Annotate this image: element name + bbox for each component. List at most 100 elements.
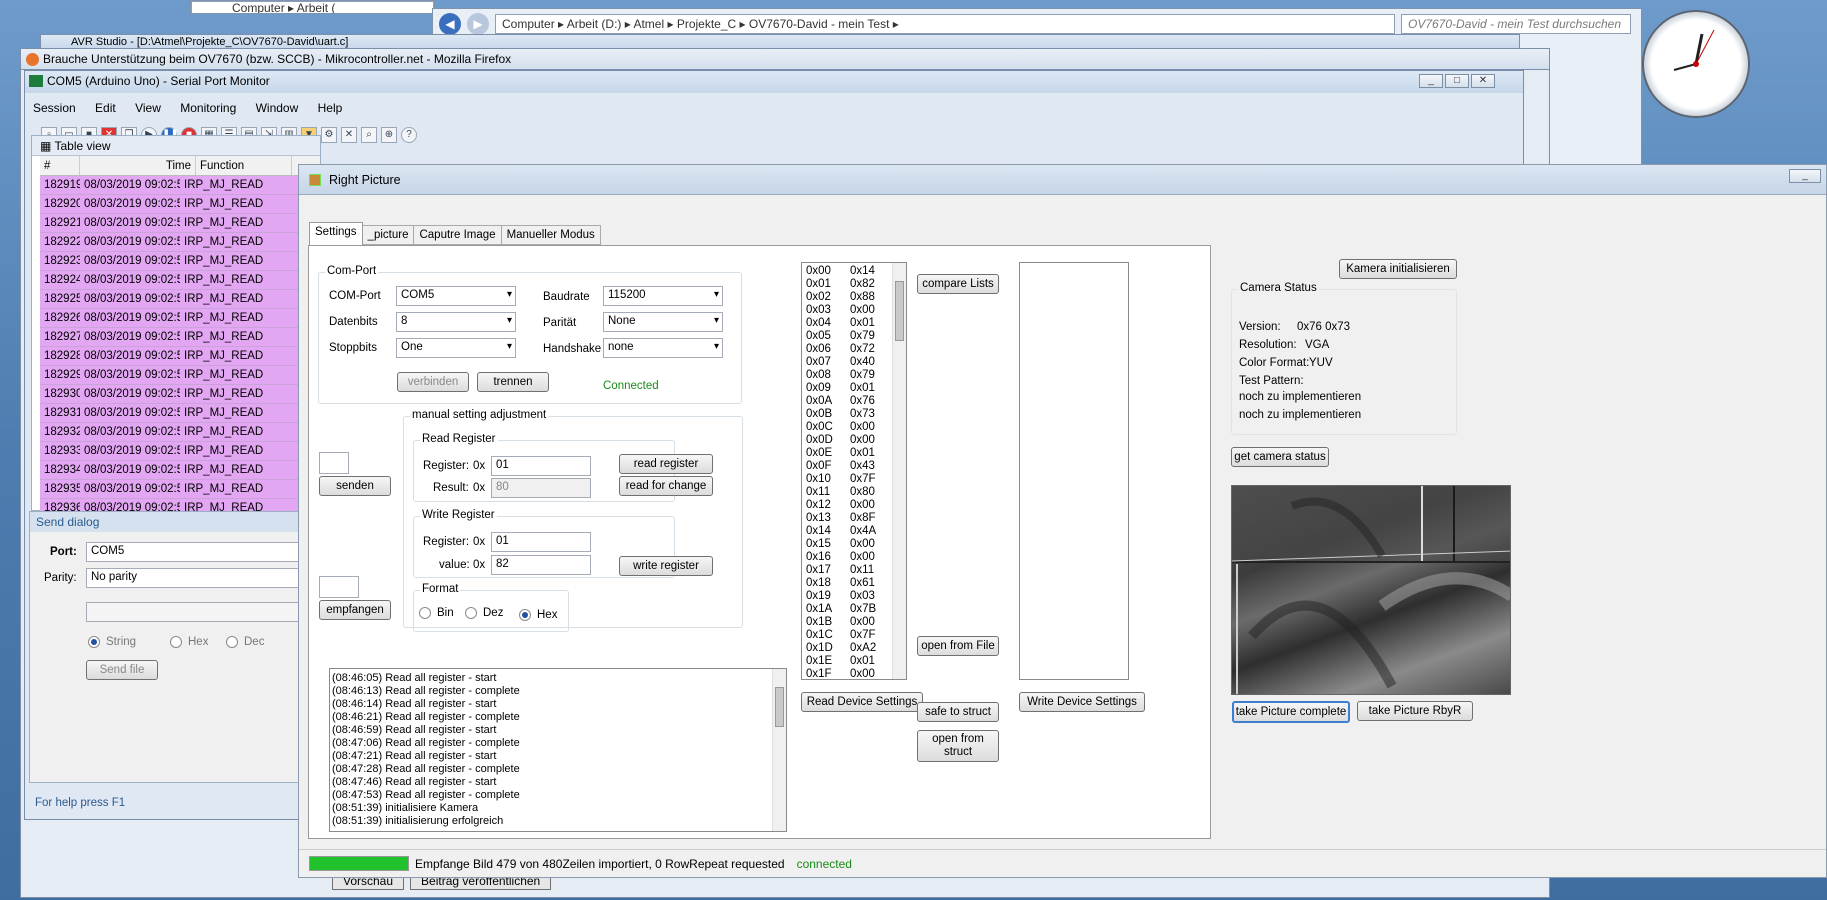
register-row[interactable]: 0x1E 0x01 [804,655,904,668]
register-scrollbar[interactable] [892,263,906,679]
format-hex-radio[interactable]: Hex [170,636,208,648]
write-value-input[interactable]: 82 [491,555,591,575]
parity-select[interactable]: No parity [86,568,322,588]
table-row[interactable]: 182919 08/03/2019 09:02:51 IRP_MJ_READ [40,176,320,195]
table-row[interactable]: 182932 08/03/2019 09:02:51 IRP_MJ_READ [40,423,320,442]
minimize-button[interactable]: _ [1789,169,1821,183]
table-row[interactable]: 182931 08/03/2019 09:02:51 IRP_MJ_READ [40,404,320,423]
tab-picture[interactable]: _picture [362,225,415,245]
breadcrumb-item[interactable]: Computer [232,2,285,13]
table-row[interactable]: 182927 08/03/2019 09:02:51 IRP_MJ_READ [40,328,320,347]
table-row[interactable]: 182934 08/03/2019 09:02:51 IRP_MJ_READ [40,461,320,480]
register-row[interactable]: 0x13 0x8F [804,512,904,525]
read-register-button[interactable]: read register [619,454,713,474]
stoppbits-select[interactable]: One [396,338,516,358]
register-row[interactable]: 0x0F 0x43 [804,460,904,473]
register-row[interactable]: 0x00 0x14 [804,265,904,278]
menu-session[interactable]: Session [33,101,76,115]
register-row[interactable]: 0x07 0x40 [804,356,904,369]
col-header-number[interactable]: # [40,156,80,175]
format-dec-radio[interactable]: Dec [226,636,264,648]
register-row[interactable]: 0x10 0x7F [804,473,904,486]
register-row[interactable]: 0x0D 0x00 [804,434,904,447]
table-row[interactable]: 182926 08/03/2019 09:02:51 IRP_MJ_READ [40,309,320,328]
write-register-input[interactable]: 01 [491,532,591,552]
register-row[interactable]: 0x08 0x79 [804,369,904,382]
breadcrumb-item[interactable]: Computer [502,17,555,31]
read-for-change-button[interactable]: read for change [619,476,713,496]
port-field[interactable]: COM5 [86,542,322,562]
menu-view[interactable]: View [135,101,161,115]
senden-button[interactable]: senden [319,476,391,496]
register-row[interactable]: 0x0E 0x01 [804,447,904,460]
tab-manueller-modus[interactable]: Manueller Modus [501,225,601,245]
trennen-button[interactable]: trennen [477,372,549,392]
table-row[interactable]: 182933 08/03/2019 09:02:51 IRP_MJ_READ [40,442,320,461]
register-row[interactable]: 0x1F 0x00 [804,668,904,679]
register-row[interactable]: 0x18 0x61 [804,577,904,590]
forward-arrow-icon[interactable]: ▶ [467,13,489,35]
close-button[interactable]: ✕ [1471,74,1495,88]
breadcrumb-item[interactable]: Arbeit ( [297,2,336,13]
register-row[interactable]: 0x09 0x01 [804,382,904,395]
register-row[interactable]: 0x15 0x00 [804,538,904,551]
scroll-thumb[interactable] [775,687,784,727]
write-device-settings-button[interactable]: Write Device Settings [1019,692,1145,712]
format-bin-radio[interactable]: Bin [419,607,454,619]
menu-help[interactable]: Help [318,101,343,115]
register-row[interactable]: 0x04 0x01 [804,317,904,330]
register-row[interactable]: 0x1B 0x00 [804,616,904,629]
minimize-button[interactable]: _ [1419,74,1443,88]
log-scrollbar[interactable] [772,669,786,831]
settings-icon[interactable]: ⚙ [321,127,337,143]
register-row[interactable]: 0x11 0x80 [804,486,904,499]
register-row[interactable]: 0x0B 0x73 [804,408,904,421]
table-row[interactable]: 182930 08/03/2019 09:02:51 IRP_MJ_READ [40,385,320,404]
register-row[interactable]: 0x19 0x03 [804,590,904,603]
table-row[interactable]: 182923 08/03/2019 09:02:51 IRP_MJ_READ [40,252,320,271]
kamera-initialisieren-button[interactable]: Kamera initialisieren [1339,259,1457,279]
table-row[interactable]: 182924 08/03/2019 09:02:51 IRP_MJ_READ [40,271,320,290]
explorer-search-input[interactable]: OV7670-David - mein Test durchsuchen [1401,14,1631,34]
register-row[interactable]: 0x1C 0x7F [804,629,904,642]
register-row[interactable]: 0x12 0x00 [804,499,904,512]
com-port-select[interactable]: COM5 [396,286,516,306]
breadcrumb-item[interactable]: Atmel [633,17,664,31]
verbinden-button[interactable]: verbinden [397,372,469,392]
datenbits-select[interactable]: 8 [396,312,516,332]
send-file-button[interactable]: Send file [86,660,158,680]
open-from-struct-button[interactable]: open from struct [917,730,999,762]
tab-settings[interactable]: Settings [309,222,363,246]
compare-lists-button[interactable]: compare Lists [917,274,999,294]
register-row[interactable]: 0x0C 0x00 [804,421,904,434]
format-hex-radio[interactable]: Hex [519,609,557,621]
register-row[interactable]: 0x0A 0x76 [804,395,904,408]
breadcrumb-item[interactable]: Projekte_C [677,17,736,31]
zoom-icon[interactable]: ⊕ [381,127,397,143]
breadcrumb-item[interactable]: OV7670-David - mein Test [749,17,890,31]
menu-edit[interactable]: Edit [95,101,116,115]
table-row[interactable]: 182929 08/03/2019 09:02:51 IRP_MJ_READ [40,366,320,385]
back-arrow-icon[interactable]: ◀ [439,13,461,35]
table-row[interactable]: 182920 08/03/2019 09:02:51 IRP_MJ_READ [40,195,320,214]
read-device-settings-button[interactable]: Read Device Settings [801,692,923,712]
register-row[interactable]: 0x06 0x72 [804,343,904,356]
baudrate-select[interactable]: 115200 [603,286,723,306]
table-row[interactable]: 182928 08/03/2019 09:02:51 IRP_MJ_READ [40,347,320,366]
table-row[interactable]: 182925 08/03/2019 09:02:51 IRP_MJ_READ [40,290,320,309]
send-data-input[interactable] [86,602,322,622]
clear-icon[interactable]: ✕ [341,127,357,143]
breadcrumb-item[interactable]: Arbeit (D:) [567,17,622,31]
senden-input[interactable] [319,452,349,474]
register-row[interactable]: 0x03 0x00 [804,304,904,317]
register-row[interactable]: 0x17 0x11 [804,564,904,577]
table-row[interactable]: 182935 08/03/2019 09:02:51 IRP_MJ_READ [40,480,320,499]
register-row[interactable]: 0x05 0x79 [804,330,904,343]
write-register-button[interactable]: write register [619,556,713,576]
paritaet-select[interactable]: None [603,312,723,332]
explorer-address-bar[interactable]: Computer ▸ Arbeit (D:) ▸ Atmel ▸ Projekt… [495,14,1395,34]
register-row[interactable]: 0x16 0x00 [804,551,904,564]
register-row[interactable]: 0x14 0x4A [804,525,904,538]
register-row[interactable]: 0x02 0x88 [804,291,904,304]
handshake-select[interactable]: none [603,338,723,358]
